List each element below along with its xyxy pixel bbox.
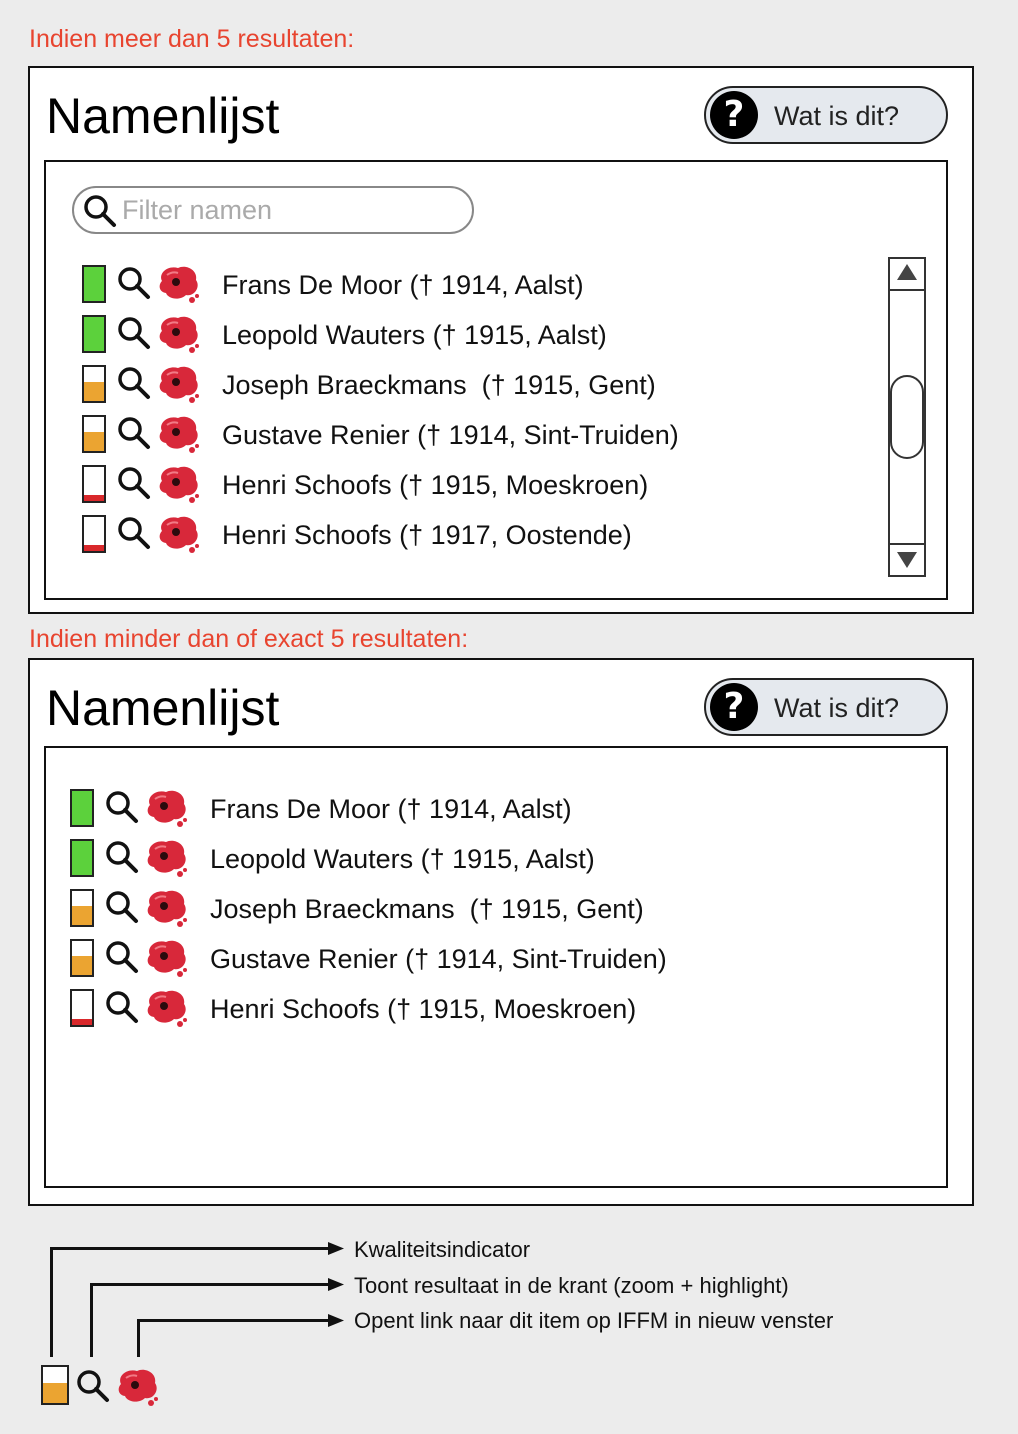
help-button-label: Wat is dit? <box>774 101 900 131</box>
quality-indicator-icon <box>82 265 106 303</box>
list-item-name: Leopold Wauters († 1915, Aalst) <box>210 844 595 874</box>
name-list-box: Frans De Moor († 1914, Aalst) Leopold Wau… <box>44 746 948 1188</box>
triangle-up-icon <box>897 264 917 280</box>
list-item-name: Henri Schoofs († 1917, Oostende) <box>222 520 632 550</box>
search-icon[interactable] <box>104 889 140 930</box>
quality-indicator-icon <box>70 889 94 927</box>
legend-show-result-text: Toont resultaat in de krant (zoom + high… <box>354 1273 789 1298</box>
namenlijst-panel-static: Namenlijst ? Wat is dit? Frans De Moor (… <box>28 658 974 1206</box>
list-item-name: Joseph Braeckmans († 1915, Gent) <box>222 370 656 400</box>
help-button-label: Wat is dit? <box>774 693 900 723</box>
poppy-icon[interactable] <box>144 987 190 1034</box>
quality-indicator-icon <box>82 365 106 403</box>
list-item: Leopold Wauters († 1915, Aalst) <box>70 837 850 881</box>
search-icon <box>77 1370 109 1402</box>
scroll-up-button[interactable] <box>890 259 924 291</box>
poppy-icon[interactable] <box>144 887 190 934</box>
filter-field[interactable] <box>72 186 474 234</box>
caption-max-5: Indien minder dan of exact 5 resultaten: <box>29 625 469 653</box>
search-icon[interactable] <box>104 839 140 880</box>
quality-indicator-icon <box>82 415 106 453</box>
panel-title: Namenlijst <box>46 680 280 736</box>
list-item: Joseph Braeckmans († 1915, Gent) <box>70 887 850 931</box>
filter-input[interactable] <box>122 194 452 226</box>
legend-open-link-text: Opent link naar dit item op IFFM in nieu… <box>354 1308 834 1333</box>
question-icon: ? <box>710 91 758 139</box>
search-icon <box>84 195 116 227</box>
quality-indicator-icon <box>82 515 106 553</box>
scroll-thumb[interactable] <box>890 375 924 459</box>
list-item-name: Frans De Moor († 1914, Aalst) <box>210 794 572 824</box>
list-item-name: Joseph Braeckmans († 1915, Gent) <box>210 894 644 924</box>
quality-indicator-icon <box>82 465 106 503</box>
quality-indicator-icon <box>41 1365 69 1405</box>
poppy-icon[interactable] <box>156 263 202 310</box>
search-icon[interactable] <box>116 415 152 456</box>
list-item-name: Gustave Renier († 1914, Sint-Truiden) <box>222 420 679 450</box>
poppy-icon[interactable] <box>156 313 202 360</box>
poppy-icon[interactable] <box>144 837 190 884</box>
list-item-name: Gustave Renier († 1914, Sint-Truiden) <box>210 944 667 974</box>
poppy-icon[interactable] <box>144 787 190 834</box>
triangle-down-icon <box>897 552 917 568</box>
help-button[interactable]: ? Wat is dit? <box>704 86 948 144</box>
list-item-name: Frans De Moor († 1914, Aalst) <box>222 270 584 300</box>
search-icon[interactable] <box>104 939 140 980</box>
list-item-name: Henri Schoofs († 1915, Moeskroen) <box>210 994 637 1024</box>
poppy-icon[interactable] <box>156 413 202 460</box>
search-icon[interactable] <box>116 265 152 306</box>
search-icon[interactable] <box>116 315 152 356</box>
search-icon[interactable] <box>116 465 152 506</box>
quality-indicator-icon <box>70 839 94 877</box>
name-list-box: Frans De Moor († 1914, Aalst) Leopold Wau… <box>44 160 948 600</box>
list-item: Henri Schoofs († 1915, Moeskroen) <box>70 987 850 1031</box>
search-icon[interactable] <box>104 789 140 830</box>
poppy-icon[interactable] <box>156 513 202 560</box>
quality-indicator-icon <box>70 989 94 1027</box>
list-item: Henri Schoofs († 1915, Moeskroen) <box>82 463 862 507</box>
list-item: Frans De Moor († 1914, Aalst) <box>70 787 850 831</box>
list-item-name: Leopold Wauters († 1915, Aalst) <box>222 320 607 350</box>
quality-indicator-icon <box>82 315 106 353</box>
search-icon[interactable] <box>116 515 152 556</box>
list-item: Henri Schoofs († 1917, Oostende) <box>82 513 862 557</box>
list-item-name: Henri Schoofs († 1915, Moeskroen) <box>222 470 649 500</box>
list-item: Gustave Renier († 1914, Sint-Truiden) <box>82 413 862 457</box>
help-button[interactable]: ? Wat is dit? <box>704 678 948 736</box>
poppy-icon[interactable] <box>156 463 202 510</box>
list-item: Gustave Renier († 1914, Sint-Truiden) <box>70 937 850 981</box>
list-item: Frans De Moor († 1914, Aalst) <box>82 263 862 307</box>
list-item: Leopold Wauters († 1915, Aalst) <box>82 313 862 357</box>
scroll-down-button[interactable] <box>890 543 924 575</box>
caption-more-than-5: Indien meer dan 5 resultaten: <box>29 25 355 53</box>
question-icon: ? <box>710 683 758 731</box>
quality-indicator-icon <box>70 939 94 977</box>
legend-quality-text: Kwaliteitsindicator <box>354 1237 531 1262</box>
panel-title: Namenlijst <box>46 88 280 144</box>
namenlijst-panel-scroll: Namenlijst ? Wat is dit? Frans De Moor (… <box>28 66 974 614</box>
quality-indicator-icon <box>70 789 94 827</box>
poppy-icon[interactable] <box>144 937 190 984</box>
poppy-icon[interactable] <box>156 363 202 410</box>
poppy-icon <box>118 1369 158 1406</box>
search-icon[interactable] <box>104 989 140 1030</box>
search-icon[interactable] <box>116 365 152 406</box>
scrollbar[interactable] <box>888 257 926 577</box>
list-item: Joseph Braeckmans († 1915, Gent) <box>82 363 862 407</box>
